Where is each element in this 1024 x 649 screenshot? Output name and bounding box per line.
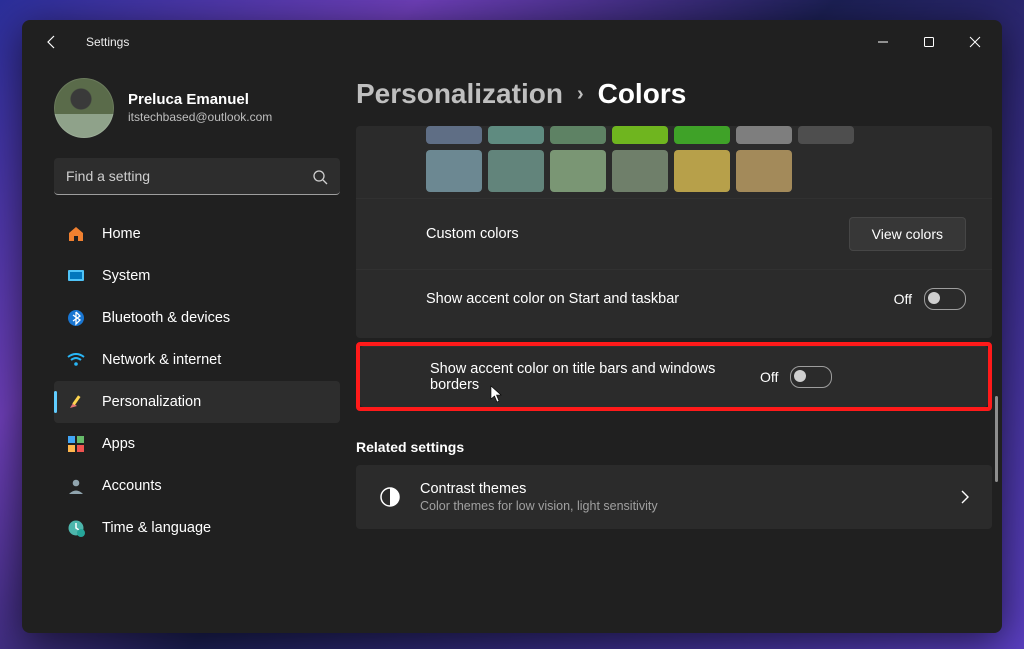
custom-colors-row: Custom colors View colors <box>356 198 992 269</box>
sidebar-item-apps[interactable]: Apps <box>54 423 340 465</box>
sidebar-item-personalization[interactable]: Personalization <box>54 381 340 423</box>
color-swatch[interactable] <box>674 150 730 192</box>
search <box>54 158 340 195</box>
accent-titlebar-toggle[interactable] <box>790 366 832 388</box>
close-button[interactable] <box>952 20 998 64</box>
chevron-right-icon <box>960 489 970 505</box>
breadcrumb-current: Colors <box>598 78 687 110</box>
color-swatch[interactable] <box>674 126 730 144</box>
sidebar-item-label: System <box>102 268 150 284</box>
content: Personalization › Colors Custom colors V… <box>356 64 1002 633</box>
custom-colors-label: Custom colors <box>426 226 849 242</box>
highlighted-setting: Show accent color on title bars and wind… <box>356 342 992 411</box>
color-swatch[interactable] <box>612 126 668 144</box>
system-icon <box>66 266 86 286</box>
sidebar-item-label: Personalization <box>102 394 201 410</box>
contrast-title: Contrast themes <box>420 481 942 497</box>
settings-window: Settings Preluca Emanuel itstechbased@ou… <box>22 20 1002 633</box>
search-input[interactable] <box>54 158 340 195</box>
maximize-button[interactable] <box>906 20 952 64</box>
scrollbar-thumb[interactable] <box>995 396 998 482</box>
accent-titlebar-label: Show accent color on title bars and wind… <box>430 361 760 393</box>
accent-start-label: Show accent color on Start and taskbar <box>426 291 894 307</box>
wifi-icon <box>66 350 86 370</box>
color-swatch[interactable] <box>736 150 792 192</box>
profile-name: Preluca Emanuel <box>128 91 272 110</box>
color-swatch[interactable] <box>426 150 482 192</box>
sidebar: Preluca Emanuel itstechbased@outlook.com… <box>22 64 356 633</box>
accent-titlebar-row: Show accent color on title bars and wind… <box>360 346 988 407</box>
avatar <box>54 78 114 138</box>
cursor-icon <box>490 385 504 403</box>
search-icon <box>312 169 328 185</box>
color-swatch[interactable] <box>488 150 544 192</box>
sidebar-item-label: Time & language <box>102 520 211 536</box>
minimize-button[interactable] <box>860 20 906 64</box>
breadcrumb-parent[interactable]: Personalization <box>356 78 563 110</box>
sidebar-item-time[interactable]: Time & language <box>54 507 340 549</box>
toggle-state: Off <box>894 291 912 307</box>
view-colors-button[interactable]: View colors <box>849 217 966 251</box>
color-swatch[interactable] <box>550 150 606 192</box>
sidebar-item-label: Network & internet <box>102 352 221 368</box>
sidebar-item-network[interactable]: Network & internet <box>54 339 340 381</box>
sidebar-item-label: Accounts <box>102 478 162 494</box>
accounts-icon <box>66 476 86 496</box>
contrast-icon <box>378 485 402 509</box>
sidebar-item-system[interactable]: System <box>54 255 340 297</box>
sidebar-item-label: Bluetooth & devices <box>102 310 230 326</box>
contrast-themes-row[interactable]: Contrast themes Color themes for low vis… <box>356 465 992 529</box>
toggle-state: Off <box>760 369 778 385</box>
apps-icon <box>66 434 86 454</box>
color-swatch[interactable] <box>488 126 544 144</box>
clock-icon <box>66 518 86 538</box>
color-swatch[interactable] <box>426 126 482 144</box>
paintbrush-icon <box>66 392 86 412</box>
color-swatches-card: Custom colors View colors Show accent co… <box>356 126 992 338</box>
sidebar-item-bluetooth[interactable]: Bluetooth & devices <box>54 297 340 339</box>
chevron-right-icon: › <box>577 83 584 106</box>
color-swatch[interactable] <box>798 126 854 144</box>
color-swatch[interactable] <box>736 126 792 144</box>
sidebar-item-home[interactable]: Home <box>54 213 340 255</box>
nav: Home System Bluetooth & devices Network … <box>54 213 340 549</box>
breadcrumb: Personalization › Colors <box>356 78 992 110</box>
window-title: Settings <box>86 35 129 49</box>
related-settings-title: Related settings <box>356 439 992 455</box>
swatch-row <box>356 150 992 198</box>
profile-email: itstechbased@outlook.com <box>128 110 272 125</box>
back-button[interactable] <box>38 28 66 56</box>
color-swatch[interactable] <box>612 150 668 192</box>
titlebar: Settings <box>22 20 1002 64</box>
home-icon <box>66 224 86 244</box>
profile[interactable]: Preluca Emanuel itstechbased@outlook.com <box>54 78 340 138</box>
accent-start-row: Show accent color on Start and taskbar O… <box>356 269 992 328</box>
color-swatch[interactable] <box>550 126 606 144</box>
swatch-row <box>356 126 992 150</box>
contrast-subtitle: Color themes for low vision, light sensi… <box>420 499 942 513</box>
sidebar-item-label: Apps <box>102 436 135 452</box>
sidebar-item-accounts[interactable]: Accounts <box>54 465 340 507</box>
accent-start-toggle[interactable] <box>924 288 966 310</box>
bluetooth-icon <box>66 308 86 328</box>
sidebar-item-label: Home <box>102 226 141 242</box>
